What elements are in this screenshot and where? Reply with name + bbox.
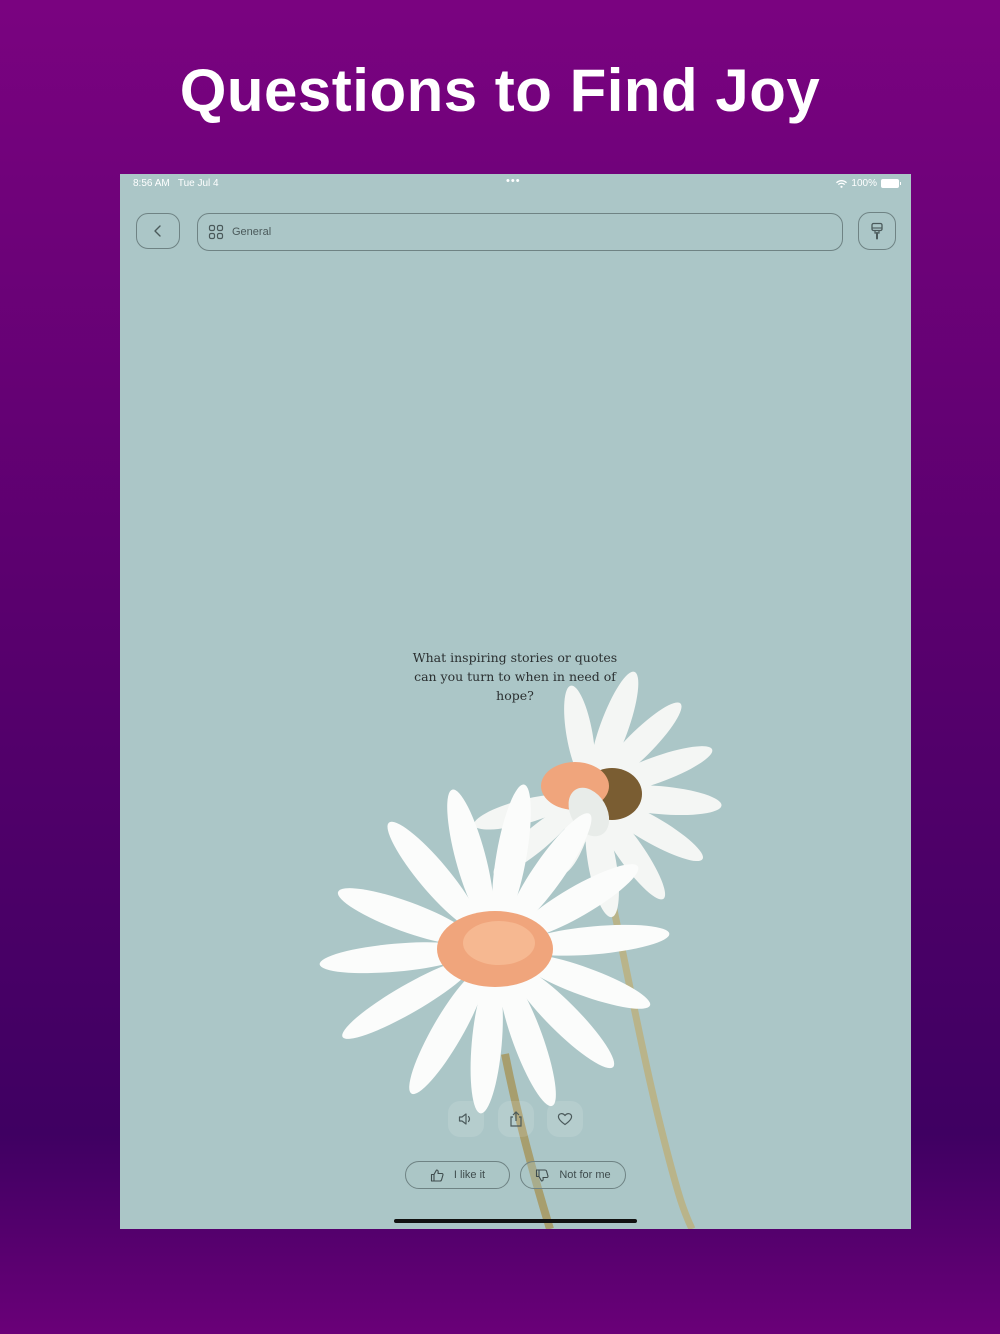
wifi-icon bbox=[836, 179, 848, 188]
speaker-icon bbox=[458, 1113, 471, 1125]
thumbs-down-icon bbox=[536, 1168, 549, 1182]
battery-percent: 100% bbox=[851, 178, 877, 189]
status-date-text: Tue Jul 4 bbox=[177, 178, 219, 189]
chevron-left-icon bbox=[154, 225, 161, 237]
dislike-button[interactable]: Not for me bbox=[520, 1161, 626, 1189]
heart-icon bbox=[557, 1113, 573, 1126]
dislike-label: Not for me bbox=[559, 1169, 611, 1181]
battery-icon bbox=[881, 179, 901, 188]
thumbs-up-icon bbox=[430, 1168, 444, 1182]
like-button[interactable]: I like it bbox=[405, 1161, 510, 1189]
device-screen: 8:56 AM Tue Jul 4 ••• 100% General What … bbox=[120, 174, 911, 1229]
status-time-text: 8:56 AM bbox=[133, 178, 170, 189]
status-right: 100% bbox=[836, 178, 901, 189]
category-label: General bbox=[232, 226, 272, 238]
like-label: I like it bbox=[453, 1169, 486, 1181]
multitasking-dots-icon[interactable]: ••• bbox=[506, 175, 521, 187]
home-indicator[interactable] bbox=[394, 1219, 637, 1223]
status-bar: 8:56 AM Tue Jul 4 ••• 100% bbox=[120, 174, 911, 194]
status-time: 8:56 AM Tue Jul 4 bbox=[133, 178, 219, 189]
paintbrush-icon bbox=[871, 222, 883, 240]
question-text: What inspiring stories or quotes can you… bbox=[412, 650, 618, 703]
theme-button[interactable] bbox=[858, 212, 896, 250]
share-icon bbox=[510, 1111, 522, 1127]
share-button[interactable] bbox=[498, 1101, 534, 1137]
back-button[interactable] bbox=[136, 213, 180, 249]
category-selector[interactable]: General bbox=[197, 213, 843, 251]
speak-button[interactable] bbox=[448, 1101, 484, 1137]
promo-headline: Questions to Find Joy bbox=[179, 57, 821, 124]
grid-icon bbox=[208, 224, 224, 240]
favorite-button[interactable] bbox=[547, 1101, 583, 1137]
